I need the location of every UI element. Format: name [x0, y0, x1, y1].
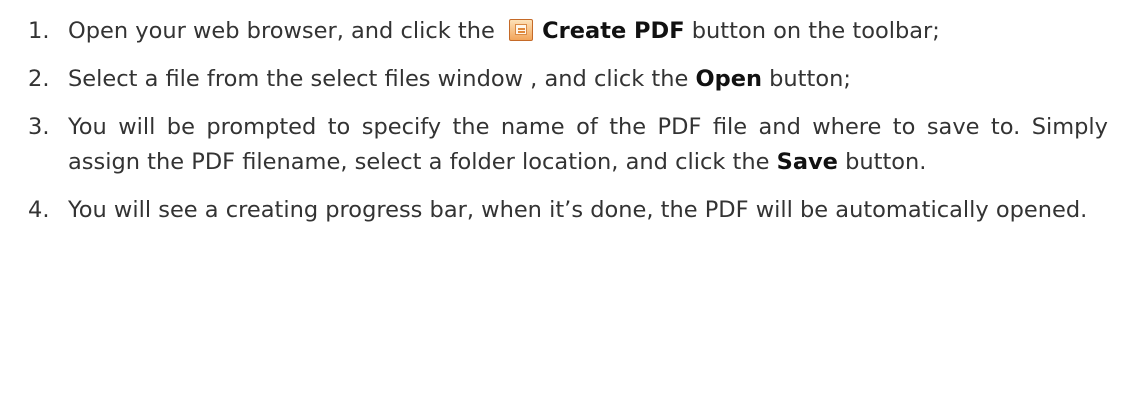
step-text-end: button;	[769, 66, 851, 92]
step-1: 1. Open your web browser, and click the …	[28, 14, 1108, 49]
step-text: You will be prompted to specify the name…	[68, 114, 1108, 175]
step-text: Open your web browser, and click the	[68, 18, 495, 44]
steps-list: 1. Open your web browser, and click the …	[28, 14, 1108, 228]
instructions-page: 1. Open your web browser, and click the …	[0, 0, 1131, 396]
create-pdf-icon	[509, 19, 533, 41]
step-2: 2. Select a file from the select files w…	[28, 62, 1108, 97]
step-text-end: button on the toolbar;	[691, 18, 940, 44]
step-number: 3.	[28, 114, 50, 140]
step-number: 4.	[28, 197, 50, 223]
step-text: You will see a creating progress bar, wh…	[68, 197, 1088, 223]
step-text-end: button.	[845, 149, 927, 175]
step-3: 3. You will be prompted to specify the n…	[28, 110, 1108, 180]
step-text: Select a file from the select files wind…	[68, 66, 696, 92]
open-label: Open	[695, 66, 762, 92]
create-pdf-label: Create PDF	[542, 18, 685, 44]
step-4: 4. You will see a creating progress bar,…	[28, 193, 1108, 228]
step-number: 2.	[28, 66, 50, 92]
save-label: Save	[776, 149, 838, 175]
step-number: 1.	[28, 18, 50, 44]
